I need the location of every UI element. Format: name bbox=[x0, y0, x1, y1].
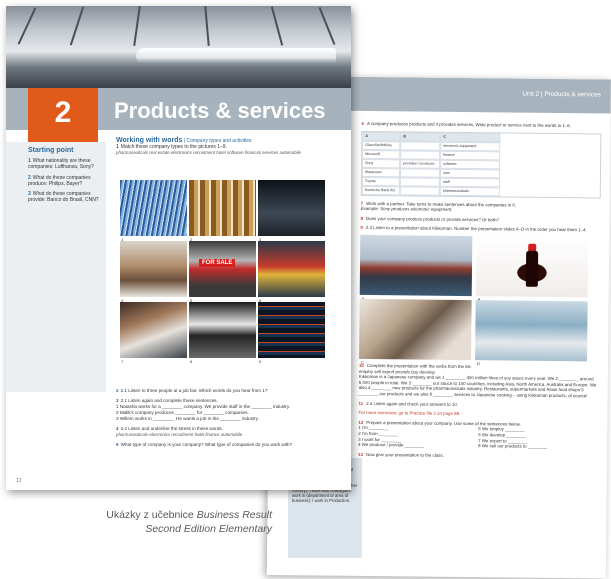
table-cell: Toyota bbox=[361, 176, 400, 186]
electronics-photo: 3 bbox=[258, 180, 325, 242]
exercise-8: 8 Does your company produce products or p… bbox=[360, 215, 500, 223]
exercise-6-text: A company produces products and it provi… bbox=[366, 120, 571, 129]
sentence-starters: 1 I'm ________ 5 We employ ________ 2 I'm… bbox=[358, 425, 598, 450]
photo-label: C bbox=[360, 360, 364, 366]
starting-point-item: 1 What nationality are these companies: L… bbox=[28, 158, 100, 170]
table-header: B bbox=[400, 131, 441, 142]
table-cell: Manpower bbox=[361, 167, 401, 177]
presentation-slides-grid: A B C D bbox=[359, 234, 600, 367]
laboratory-photo: D bbox=[475, 300, 588, 367]
starting-point-item: 2 What do these companies produce: Philip… bbox=[28, 175, 100, 187]
exercise-7: 7 Work with a partner. Take turns to make… bbox=[360, 200, 517, 213]
image-caption: Ukázky z učebnice Business Result Second… bbox=[92, 508, 272, 536]
exercise-3-text: 2.1 Listen again and complete these sent… bbox=[120, 398, 218, 403]
table-cell bbox=[399, 185, 440, 196]
item-text: What nationality are these companies: Lu… bbox=[28, 158, 94, 171]
table-cell bbox=[400, 140, 441, 151]
exercise-9-text: 2.3 Listen to a presentation about Kikko… bbox=[365, 225, 587, 233]
exercise-5: 5 What type of company is your company? W… bbox=[116, 442, 336, 448]
stock-market-board-photo: 9 bbox=[258, 302, 325, 364]
caption-edition: Second Edition Elementary bbox=[145, 523, 272, 535]
table-cell bbox=[400, 149, 441, 160]
sentence-starter: 4 We produce / provide ________ bbox=[358, 442, 425, 448]
starting-point-item: 3 What do these companies provide: Banco … bbox=[28, 191, 100, 203]
table-cell bbox=[399, 167, 441, 178]
practice-file-note: For more exercises, go to Practice file … bbox=[358, 410, 461, 417]
exercise-11-text: 2.4 Listen again and check your answers … bbox=[366, 400, 459, 407]
exercise-8-text: Does your company produce products or pr… bbox=[365, 215, 500, 223]
car-factory-photo: 6 bbox=[258, 241, 325, 303]
for-sale-sign-photo: FOR SALE 5 bbox=[189, 241, 256, 303]
table-cell: Microsoft bbox=[362, 149, 401, 159]
exercise-10-passage: Kikkoman is a Japanese company and we 1 … bbox=[358, 374, 597, 399]
exercise-13-text: Now give your presentation to the class. bbox=[365, 451, 444, 458]
exercise-4-words: pharmaceuticals electronics recruitment … bbox=[116, 432, 243, 437]
table-cell: Deutsche Bank AG bbox=[361, 185, 400, 195]
caption-line-2: Second Edition Elementary bbox=[92, 522, 272, 536]
exercise-12: 12 Prepare a presentation about your comp… bbox=[358, 420, 598, 450]
exercise-7-example: Example: Sony produces electronic equipm… bbox=[360, 206, 453, 213]
company-table: A B C GlaxoSmithKline electronic equipmen… bbox=[360, 130, 602, 199]
exercise-13: 13 Now give your presentation to the clas… bbox=[358, 451, 444, 458]
item-number: 2 bbox=[28, 174, 31, 181]
word-list: pharmaceuticals real estate electronics … bbox=[116, 150, 301, 155]
right-page-body: 6A company produces products and it prov… bbox=[358, 121, 602, 464]
exercise-11: 11 2.4 Listen again and check your answer… bbox=[358, 400, 459, 407]
item-text: What do these companies produce: Philips… bbox=[28, 174, 91, 187]
table-cell: provides / produces bbox=[400, 158, 441, 169]
for-sale-sign: FOR SALE bbox=[199, 259, 236, 267]
listening-exercises: 2 2.1 Listen to three people at a job fai… bbox=[116, 388, 336, 452]
exercise-3-line: 3 Willem works in ________. He wants a j… bbox=[116, 416, 259, 421]
train-station-photo bbox=[6, 6, 351, 88]
food-film-photo: C bbox=[359, 298, 472, 365]
photo-label: D bbox=[476, 361, 480, 367]
exercise-number: 3 bbox=[116, 398, 119, 403]
table-cell: Sony bbox=[362, 158, 401, 168]
medicine-bottles-photo: 2 bbox=[189, 180, 256, 242]
exercise-2: 2 2.1 Listen to three people at a job fai… bbox=[116, 388, 336, 394]
exercise-number: 5 bbox=[116, 442, 119, 447]
sentence-starter: 8 We sell our products to ________ bbox=[478, 443, 548, 449]
table-cell: GlaxoSmithKline bbox=[362, 140, 401, 150]
exercise-2-text: 2.1 Listen to three people at a job fair… bbox=[120, 388, 268, 393]
item-number: 3 bbox=[28, 191, 31, 198]
section-title: Working with words bbox=[116, 137, 183, 144]
laptop-user-photo: 7 bbox=[120, 302, 187, 364]
item-number: 1 bbox=[28, 158, 31, 165]
starting-point-title: Starting point bbox=[28, 147, 74, 154]
exercise-5-text: What type of company is your company? Wh… bbox=[120, 442, 293, 447]
unit-title: Products & services bbox=[114, 98, 326, 123]
table-cell: pharmaceuticals bbox=[439, 186, 500, 196]
left-textbook-page: 2 Products & services Starting point 1 Wh… bbox=[6, 6, 351, 490]
network-cables-photo: 1 bbox=[120, 180, 187, 242]
high-speed-train bbox=[136, 48, 336, 64]
exercise-4-text: 2.2 Listen and underline the stress in t… bbox=[120, 426, 223, 431]
table-header: A bbox=[362, 131, 401, 141]
hotel-staff-photo: 8 bbox=[189, 302, 256, 364]
caption-line-1: Ukázky z učebnice Business Result bbox=[92, 508, 272, 522]
table-cell bbox=[399, 176, 440, 187]
working-with-words-section: Working with words | Company types and a… bbox=[116, 137, 331, 156]
cargo-ship-photo: A bbox=[359, 234, 473, 301]
exercise-3: 3 2.1 Listen again and complete these sen… bbox=[116, 398, 336, 422]
exercise-10: 10 Complete the presentation with the ver… bbox=[358, 362, 597, 399]
exercise-4: 4 2.2 Listen and underline the stress in … bbox=[116, 426, 336, 438]
exercise-number: 4 bbox=[116, 426, 119, 431]
page-number: 12 bbox=[16, 478, 22, 484]
unit-number: 2 bbox=[28, 88, 98, 142]
soy-sauce-bottle-photo: B bbox=[475, 236, 589, 303]
exercise-9: 9 2.3 Listen to a presentation about Kikk… bbox=[360, 225, 587, 233]
caption-prefix: Ukázky z učebnice bbox=[106, 509, 197, 521]
job-interview-photo: 4 bbox=[120, 241, 187, 303]
item-text: What do these companies provide: Banco d… bbox=[28, 191, 99, 204]
company-pictures-grid: 1 2 3 4 FOR SALE 5 6 7 8 9 bbox=[120, 180, 325, 364]
exercise-6: 6A company produces products and it prov… bbox=[361, 120, 571, 129]
exercise-number: 2 bbox=[116, 388, 119, 393]
starting-point-sidebar: Starting point 1 What nationality are the… bbox=[6, 142, 106, 392]
caption-book-title: Business Result bbox=[196, 509, 272, 521]
